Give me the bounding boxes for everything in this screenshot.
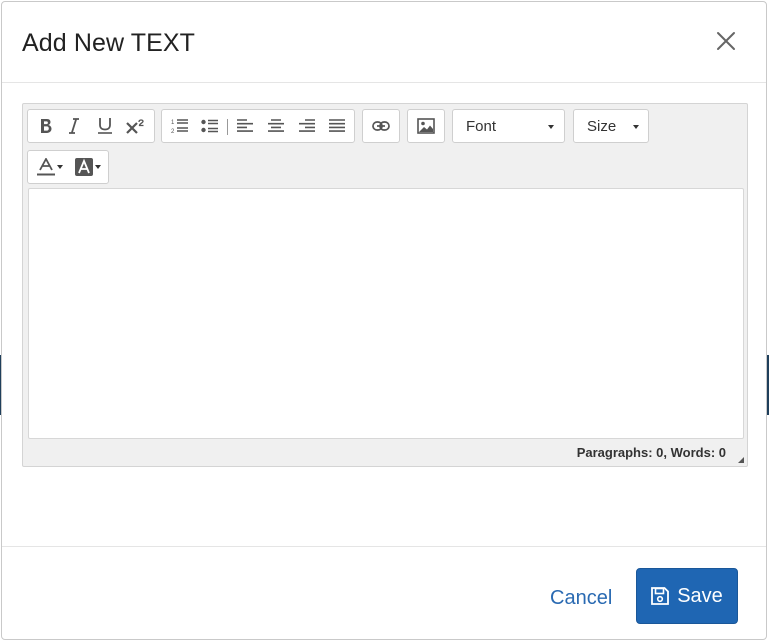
size-dropdown[interactable]: Size (573, 109, 649, 143)
chevron-down-icon (548, 125, 554, 129)
editor-content-area[interactable] (28, 188, 744, 439)
font-dropdown-label: Font (466, 118, 497, 135)
ordered-list-icon: 1 2 (171, 119, 188, 134)
superscript-icon (126, 119, 144, 134)
align-justify-icon (329, 119, 345, 132)
modal-title: Add New TEXT (22, 29, 196, 57)
align-left-button[interactable] (230, 110, 260, 142)
italic-icon (69, 118, 79, 134)
close-icon (717, 32, 735, 50)
insert-image-button[interactable] (411, 110, 441, 142)
background-color-icon (75, 158, 93, 176)
link-icon (372, 121, 390, 131)
image-group (407, 109, 445, 143)
svg-text:1: 1 (171, 120, 175, 126)
insert-link-button[interactable] (366, 110, 396, 142)
font-color-button[interactable] (31, 151, 69, 183)
unordered-list-icon (201, 119, 218, 133)
word-count-status: Paragraphs: 0, Words: 0 (576, 445, 726, 460)
underline-icon (98, 118, 112, 134)
cancel-button[interactable]: Cancel (550, 587, 612, 610)
align-justify-button[interactable] (322, 110, 352, 142)
align-right-button[interactable] (292, 110, 322, 142)
save-icon (651, 587, 670, 605)
image-icon (417, 118, 435, 134)
rich-text-editor: 1 2 Font Size Paragraphs: 0, Words: 0 (22, 103, 748, 467)
ordered-list-button[interactable]: 1 2 (165, 110, 195, 142)
link-group (362, 109, 400, 143)
font-color-icon (37, 158, 55, 176)
superscript-button[interactable] (121, 110, 151, 142)
resize-handle[interactable] (738, 457, 744, 463)
font-dropdown[interactable]: Font (452, 109, 565, 143)
chevron-down-icon (633, 125, 639, 129)
align-center-icon (268, 119, 284, 132)
align-right-icon (299, 119, 315, 132)
paragraph-group: 1 2 (161, 109, 355, 143)
save-button-label: Save (677, 584, 723, 607)
unordered-list-button[interactable] (195, 110, 225, 142)
chevron-down-icon (95, 165, 101, 169)
underline-button[interactable] (90, 110, 120, 142)
save-button[interactable]: Save (636, 568, 738, 624)
close-button[interactable] (714, 29, 738, 53)
bold-button[interactable] (31, 110, 61, 142)
modal-footer: Cancel Save (2, 546, 766, 641)
toolbar-separator (227, 119, 228, 135)
modal-header: Add New TEXT (2, 2, 766, 83)
size-dropdown-label: Size (587, 118, 617, 135)
italic-button[interactable] (59, 110, 89, 142)
chevron-down-icon (57, 165, 63, 169)
bold-icon (41, 119, 52, 133)
background-color-button[interactable] (70, 151, 106, 183)
color-group (27, 150, 109, 184)
add-text-modal: Add New TEXT 1 2 Font Size Paragraphs: 0… (1, 1, 767, 640)
text-style-group (27, 109, 155, 143)
svg-text:2: 2 (171, 129, 175, 134)
align-left-icon (237, 119, 253, 132)
align-center-button[interactable] (261, 110, 291, 142)
